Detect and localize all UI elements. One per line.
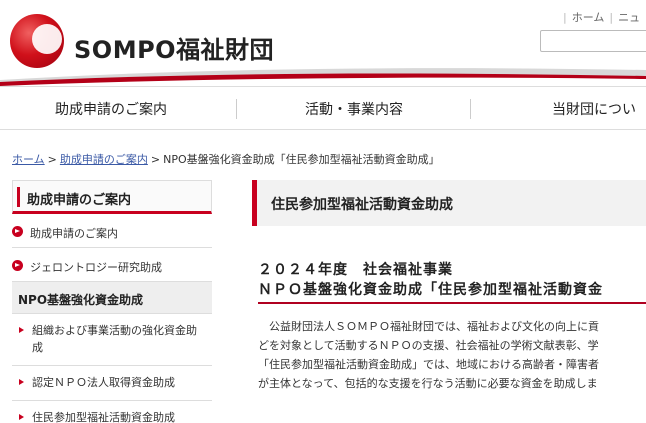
title-underline (258, 302, 646, 304)
breadcrumb-home[interactable]: ホーム (12, 153, 45, 166)
intro-paragraph: 公益財団法人ＳＯＭＰＯ福祉財団では、福祉および文化の向上に貢 どを対象として活動… (258, 320, 599, 390)
sidebar-subitem-resident[interactable]: 住民参加型福祉活動資金助成 (12, 401, 212, 423)
gnav-divider (236, 99, 237, 119)
page-title: 住民参加型福祉活動資金助成 (271, 197, 453, 213)
sidebar: 助成申請のご案内 助成申請のご案内 ジェロントロジー研究助成 NPO基盤強化資金… (12, 180, 212, 423)
main-heading-bar: 住民参加型福祉活動資金助成 (252, 180, 646, 226)
arrow-circle-icon (12, 260, 23, 271)
sidebar-subitem-strengthening[interactable]: 組織および事業活動の強化資金助成 (12, 314, 212, 366)
gnav-divider (470, 99, 471, 119)
breadcrumb-current: NPO基盤強化資金助成「住民参加型福祉活動資金助成」 (163, 153, 440, 166)
breadcrumb: ホーム > 助成申請のご案内 > NPO基盤強化資金助成「住民参加型福祉活動資金助成」 (12, 153, 440, 166)
site-header: SOMPO福祉財団 | ホーム | ニュ (0, 0, 646, 86)
utility-nav: | ホーム | ニュ (563, 11, 641, 24)
breadcrumb-apply[interactable]: 助成申請のご案内 (60, 153, 148, 166)
triangle-right-icon (19, 379, 24, 385)
triangle-right-icon (19, 414, 24, 420)
sidebar-item-gerontology[interactable]: ジェロントロジー研究助成 (12, 248, 212, 282)
program-title: ２０２４年度 社会福祉事業 ＮＰＯ基盤強化資金助成「住民参加型福祉活動資金 (258, 262, 603, 298)
sidebar-item-apply[interactable]: 助成申請のご案内 (12, 214, 212, 248)
sidebar-heading: 助成申請のご案内 (12, 180, 212, 214)
gnav-item-apply[interactable]: 助成申請のご案内 (55, 99, 167, 119)
search-input[interactable] (540, 30, 646, 52)
triangle-right-icon (19, 327, 24, 333)
gnav-item-about[interactable]: 当財団につい (552, 99, 636, 119)
sidebar-category-npo[interactable]: NPO基盤強化資金助成 (12, 282, 212, 314)
global-nav: 助成申請のご案内 活動・事業内容 当財団につい (0, 86, 646, 130)
arrow-circle-icon (12, 226, 23, 237)
top-link-news[interactable]: ニュ (618, 11, 640, 24)
header-swoosh (0, 68, 646, 86)
main-content: 住民参加型福祉活動資金助成 ２０２４年度 社会福祉事業 ＮＰＯ基盤強化資金助成「… (252, 180, 646, 390)
gnav-item-activities[interactable]: 活動・事業内容 (305, 99, 403, 119)
top-link-home[interactable]: ホーム (572, 11, 605, 24)
sidebar-subitem-certified[interactable]: 認定ＮＰＯ法人取得資金助成 (12, 366, 212, 401)
